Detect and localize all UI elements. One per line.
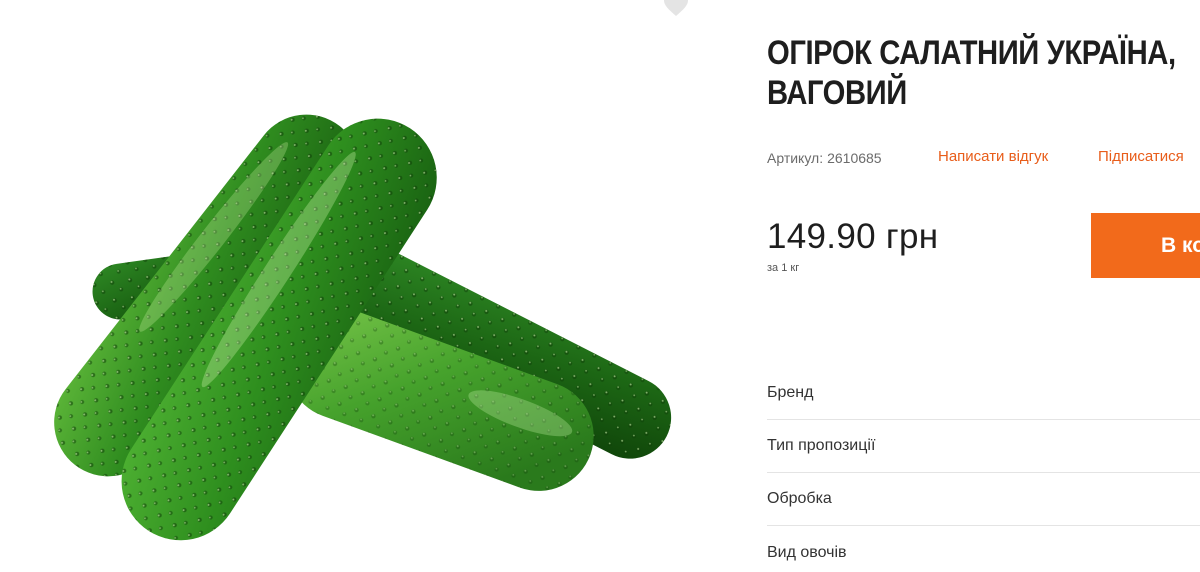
heart-icon[interactable] (662, 0, 690, 18)
sku-value: 2610685 (827, 150, 882, 166)
sku-label: Артикул: (767, 150, 824, 166)
product-title-line1: ОГІРОК САЛАТНИЙ УКРАЇНА, (767, 34, 1176, 72)
write-review-link[interactable]: Написати відгук (938, 148, 1048, 165)
product-title: ОГІРОК САЛАТНИЙ УКРАЇНА, ВАГОВИЙ (767, 33, 1176, 113)
price-unit: за 1 кг (767, 262, 800, 274)
attribute-row-vegetable-type[interactable]: Вид овочів (767, 526, 1200, 572)
product-image (0, 0, 720, 572)
product-meta: Артикул: 2610685 Написати відгук Підписат… (767, 147, 1200, 169)
subscribe-link[interactable]: Підписатися (1098, 148, 1184, 165)
product-price: 149.90 грн (767, 217, 939, 256)
product-title-line2: ВАГОВИЙ (767, 74, 907, 112)
attributes-list: Бренд Тип пропозиції Обробка Вид овочів (767, 367, 1200, 572)
product-info: ОГІРОК САЛАТНИЙ УКРАЇНА, ВАГОВИЙ Артикул… (767, 0, 1200, 572)
attribute-row-processing[interactable]: Обробка (767, 473, 1200, 526)
product-page: ОГІРОК САЛАТНИЙ УКРАЇНА, ВАГОВИЙ Артикул… (0, 0, 1200, 572)
sku: Артикул: 2610685 (767, 150, 882, 166)
attribute-row-offer-type[interactable]: Тип пропозиції (767, 420, 1200, 473)
add-to-cart-button[interactable]: В кошик (1091, 213, 1200, 278)
attribute-row-brand[interactable]: Бренд (767, 367, 1200, 420)
